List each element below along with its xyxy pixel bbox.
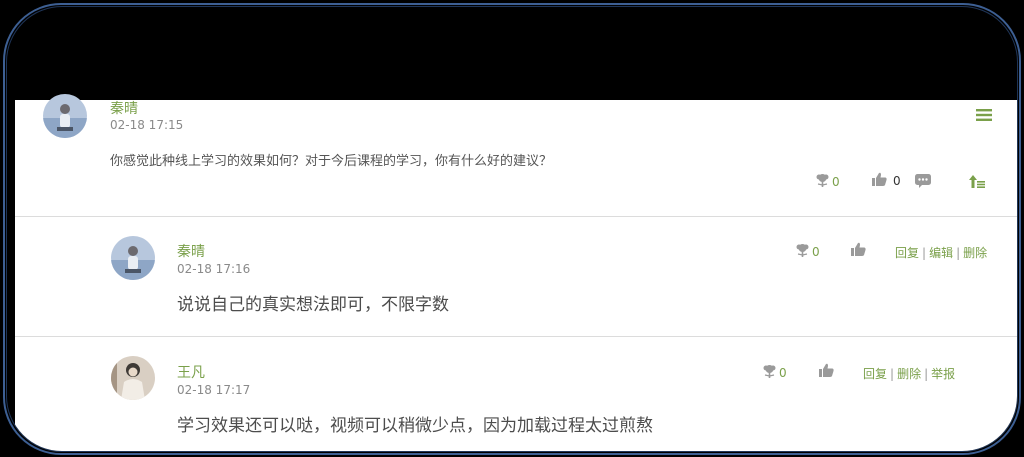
flower-button[interactable]: 0	[795, 243, 820, 260]
question-text: 你感觉此种线上学习的效果如何？对于今后课程的学习，你有什么好的建议？	[110, 154, 553, 169]
reply-text: 说说自己的真实想法即可，不限字数	[177, 295, 449, 315]
avatar-image	[111, 236, 155, 280]
like-button[interactable]	[851, 242, 866, 259]
avatar[interactable]	[111, 356, 155, 400]
author-name[interactable]: 王凡	[177, 362, 205, 382]
avatar-image	[43, 94, 87, 138]
thumbs-up-icon	[872, 172, 887, 189]
thumbs-up-icon	[819, 363, 834, 380]
reply-text: 学习效果还可以哒，视频可以稍微少点，因为加载过程太过煎熬	[177, 416, 653, 436]
reply-item: 秦晴 02-18 17:16 说说自己的真实想法即可，不限字数 0 回复 | 编辑 |…	[15, 217, 1017, 336]
window-frame-inner: 秦晴 02-18 17:15 你感觉此种线上学习的效果如何？对于今后课程的学习，…	[6, 6, 1018, 452]
menu-icon[interactable]	[976, 106, 992, 125]
delete-link[interactable]: 删除	[963, 246, 987, 260]
window-frame: 秦晴 02-18 17:15 你感觉此种线上学习的效果如何？对于今后课程的学习，…	[3, 3, 1021, 455]
reply-link[interactable]: 回复	[863, 367, 887, 381]
comment-button[interactable]	[915, 174, 931, 191]
action-separator: |	[956, 246, 961, 260]
flower-count: 0	[812, 244, 820, 259]
reply-time: 02-18 17:16	[177, 262, 251, 276]
author-name[interactable]: 秦晴	[177, 241, 205, 261]
avatar[interactable]	[111, 236, 155, 280]
flower-button[interactable]: 0	[815, 173, 840, 190]
thread-post: 秦晴 02-18 17:15 你感觉此种线上学习的效果如何？对于今后课程的学习，…	[15, 94, 1017, 216]
avatar-image	[111, 356, 155, 400]
like-button[interactable]	[819, 363, 834, 380]
action-separator: |	[922, 246, 927, 260]
flower-count: 0	[779, 365, 787, 380]
post-time: 02-18 17:15	[110, 118, 184, 132]
report-link[interactable]: 举报	[931, 367, 955, 381]
flower-icon	[762, 364, 777, 381]
reply-link[interactable]: 回复	[895, 246, 919, 260]
flower-count: 0	[832, 174, 840, 189]
action-separator: |	[890, 367, 895, 381]
flower-button[interactable]: 0	[762, 364, 787, 381]
like-button[interactable]: 0	[872, 172, 901, 189]
reply-actions: 回复 | 删除 | 举报	[863, 365, 955, 382]
discussion-panel: 秦晴 02-18 17:15 你感觉此种线上学习的效果如何？对于今后课程的学习，…	[15, 94, 1017, 451]
avatar[interactable]	[43, 94, 87, 138]
pin-top-icon	[969, 175, 985, 191]
flower-icon	[795, 243, 810, 260]
delete-link[interactable]: 删除	[897, 367, 921, 381]
reply-actions: 回复 | 编辑 | 删除	[895, 244, 987, 261]
edit-link[interactable]: 编辑	[929, 246, 953, 260]
action-separator: |	[924, 367, 929, 381]
author-name[interactable]: 秦晴	[110, 98, 138, 118]
reply-time: 02-18 17:17	[177, 383, 251, 397]
like-count: 0	[893, 173, 901, 188]
flower-icon	[815, 173, 830, 190]
thumbs-up-icon	[851, 242, 866, 259]
comment-icon	[915, 174, 931, 191]
pin-top-button[interactable]	[969, 175, 985, 191]
reply-item: 王凡 02-18 17:17 学习效果还可以哒，视频可以稍微少点，因为加载过程太…	[15, 337, 1017, 451]
